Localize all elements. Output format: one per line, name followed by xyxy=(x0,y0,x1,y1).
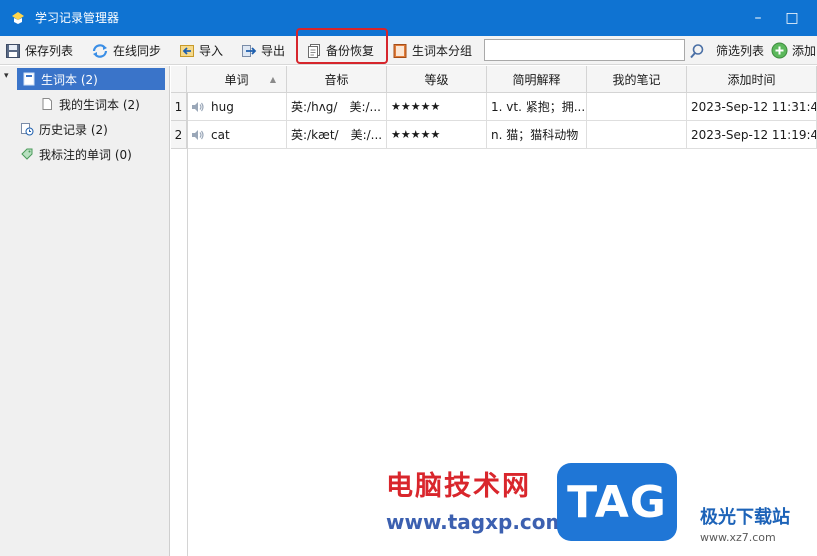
sort-ascending-icon: ▲ xyxy=(269,74,276,84)
column-header-word[interactable]: 单词 ▲ xyxy=(187,66,287,93)
search-button[interactable] xyxy=(689,40,709,61)
watermark-url: www.tagxp.com xyxy=(386,510,567,534)
speaker-icon[interactable] xyxy=(191,129,205,141)
filter-list-label: 筛选列表 xyxy=(716,44,765,58)
note-cell[interactable] xyxy=(587,121,687,149)
minimize-button[interactable]: – xyxy=(744,6,772,30)
row-number: 2 xyxy=(171,121,187,149)
import-label: 导入 xyxy=(199,44,224,58)
online-sync-label: 在线同步 xyxy=(113,44,162,58)
add-icon xyxy=(771,42,788,59)
phonetic-cell[interactable]: 英:/hʌg/ 美:/... xyxy=(287,93,387,121)
sidebar-item-label: 历史记录 (2) xyxy=(39,122,108,137)
clock-icon xyxy=(21,123,34,136)
wordbook-group-button[interactable]: 生词本分组 xyxy=(392,40,472,61)
level-cell[interactable]: ★★★★★ xyxy=(387,121,487,149)
save-list-button[interactable]: 保存列表 xyxy=(5,40,73,61)
column-header-definition[interactable]: 简明解释 xyxy=(487,66,587,93)
sidebar-item-marked-words[interactable]: 我标注的单词 (0) xyxy=(20,143,168,165)
document-icon xyxy=(42,98,52,110)
save-icon xyxy=(6,43,20,58)
title-bar: 学习记录管理器 – □ xyxy=(0,0,817,36)
column-header-level[interactable]: 等级 xyxy=(387,66,487,93)
watermark-text: 电脑技术网 xyxy=(386,471,531,502)
toolbar: 保存列表 在线同步 导入 导出 备份恢复 生词本分组 筛选列表 添加 xyxy=(0,36,817,65)
maximize-button[interactable]: □ xyxy=(778,6,806,30)
add-time-cell[interactable]: 2023-Sep-12 11:19:47 xyxy=(687,121,817,149)
phonetic-cell[interactable]: 英:/kæt/ 美:/... xyxy=(287,121,387,149)
sidebar-item-history[interactable]: 历史记录 (2) xyxy=(20,118,168,140)
backup-restore-label: 备份恢复 xyxy=(326,44,375,58)
sidebar-tree: ▾ 生词本 (2) 我的生词本 (2) 历史记录 (2) 我标注的单词 (0) xyxy=(0,66,170,556)
speaker-icon[interactable] xyxy=(191,101,205,113)
import-icon xyxy=(180,44,194,57)
row-header-corner xyxy=(171,66,187,93)
sidebar-item-label: 我的生词本 (2) xyxy=(59,97,140,112)
column-header-phonetic[interactable]: 音标 xyxy=(287,66,387,93)
row-number: 1 xyxy=(171,93,187,121)
filter-list-button[interactable]: 筛选列表 xyxy=(716,40,764,61)
word-cell: cat xyxy=(211,127,230,142)
column-header-notes[interactable]: 我的笔记 xyxy=(587,66,687,93)
word-cell: hug xyxy=(211,99,234,114)
wordbook-icon xyxy=(393,43,407,58)
window-title: 学习记录管理器 xyxy=(35,11,120,25)
watermark-tag-logo: TAG xyxy=(557,463,677,541)
search-icon xyxy=(690,43,704,58)
table-row[interactable]: cat xyxy=(187,121,287,149)
column-header-add-time[interactable]: 添加时间 xyxy=(687,66,817,93)
backup-icon xyxy=(308,43,320,58)
add-button[interactable]: 添加 xyxy=(771,40,816,61)
sidebar-item-label: 我标注的单词 (0) xyxy=(39,147,132,162)
table-row[interactable]: hug xyxy=(187,93,287,121)
add-time-cell[interactable]: 2023-Sep-12 11:31:43 xyxy=(687,93,817,121)
definition-cell[interactable]: 1. vt. 紧抱；拥... xyxy=(487,93,587,121)
sync-icon xyxy=(92,43,108,58)
definition-cell[interactable]: n. 猫；猫科动物 xyxy=(487,121,587,149)
sidebar-item-my-wordbook[interactable]: 我的生词本 (2) xyxy=(40,93,168,115)
search-input[interactable] xyxy=(484,39,685,61)
backup-restore-button[interactable]: 备份恢复 xyxy=(306,40,374,61)
tag-icon xyxy=(21,148,33,160)
import-button[interactable]: 导入 xyxy=(179,40,223,61)
save-list-label: 保存列表 xyxy=(25,44,74,58)
export-button[interactable]: 导出 xyxy=(241,40,285,61)
collapse-arrow-icon[interactable]: ▾ xyxy=(4,71,9,81)
add-label: 添加 xyxy=(792,44,817,58)
wordbook-group-label: 生词本分组 xyxy=(412,44,473,58)
sidebar-item-wordbook[interactable]: 生词本 (2) xyxy=(17,68,165,90)
app-icon xyxy=(12,12,24,24)
note-cell[interactable] xyxy=(587,93,687,121)
watermark-site-url: www.xz7.com xyxy=(700,531,776,544)
export-icon xyxy=(242,44,257,57)
book-icon xyxy=(23,72,35,86)
export-label: 导出 xyxy=(261,44,286,58)
level-cell[interactable]: ★★★★★ xyxy=(387,93,487,121)
row-header-divider xyxy=(187,93,188,556)
online-sync-button[interactable]: 在线同步 xyxy=(91,40,161,61)
watermark-site-name: 极光下载站 xyxy=(700,507,790,528)
sidebar-item-label: 生词本 (2) xyxy=(41,72,98,87)
